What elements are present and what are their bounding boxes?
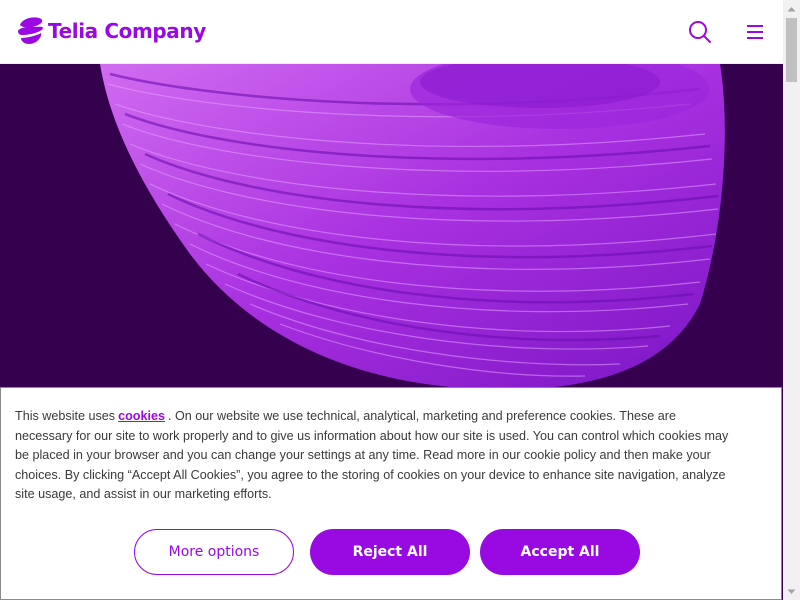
telia-pebble-icon [18, 17, 43, 44]
cookie-consent-text: This website uses cookies. On our website… [15, 407, 735, 505]
search-icon [689, 21, 711, 43]
menu-button[interactable] [741, 18, 769, 46]
cookie-text-intro: This website uses [15, 409, 116, 423]
reject-all-button[interactable]: Reject All [310, 529, 470, 575]
scrollbar-thumb[interactable] [786, 18, 797, 82]
hamburger-menu-icon [747, 25, 763, 39]
site-header: Telia Company [0, 0, 783, 64]
scroll-down-arrow[interactable] [783, 583, 800, 600]
accept-all-button[interactable]: Accept All [480, 529, 640, 575]
more-options-button[interactable]: More options [134, 529, 294, 575]
caret-up-icon [787, 6, 796, 11]
cookie-consent-banner: This website uses cookies. On our website… [0, 387, 782, 600]
cookies-link[interactable]: cookies [118, 409, 165, 423]
telia-logo[interactable]: Telia Company [16, 15, 206, 47]
brand-name: Telia Company [48, 19, 206, 43]
vertical-scrollbar[interactable] [783, 0, 800, 600]
search-button[interactable] [686, 18, 714, 46]
scroll-up-arrow[interactable] [783, 0, 800, 17]
caret-down-icon [787, 589, 796, 594]
